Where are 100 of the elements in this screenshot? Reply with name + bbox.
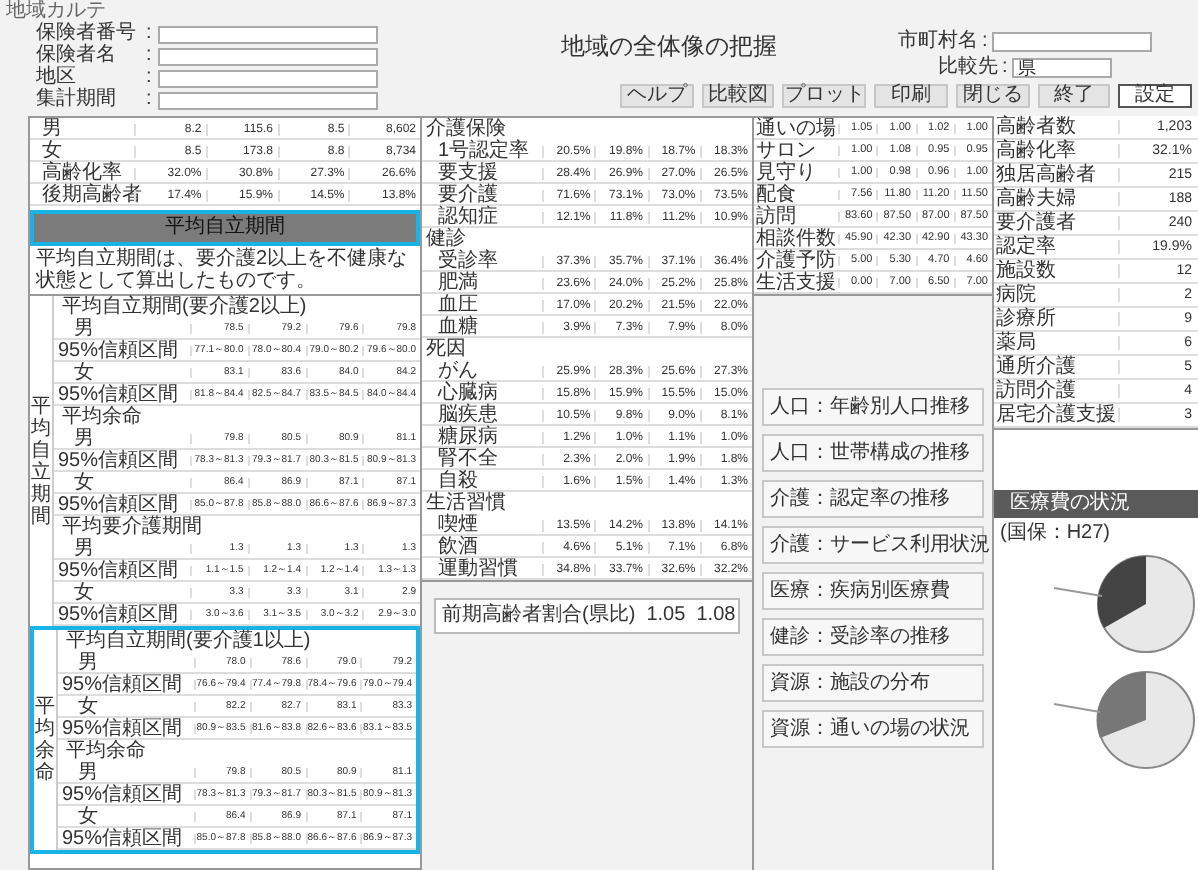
row-label: 自殺 bbox=[438, 470, 480, 492]
row-label: 95%信頼区間 bbox=[60, 828, 185, 850]
group-label: 生活習慣 bbox=[424, 492, 508, 514]
row-label: 女 bbox=[76, 696, 100, 718]
row-label: 糖尿病 bbox=[436, 426, 500, 448]
row-label: 95%信頼区間 bbox=[56, 340, 181, 362]
row-label: サロン bbox=[754, 140, 818, 162]
topic-button[interactable]: 健診：受診率の推移 bbox=[762, 618, 984, 656]
row-label: 95%信頼区間 bbox=[60, 718, 185, 740]
row-label: 肥満 bbox=[436, 272, 480, 294]
row-label: 配食 bbox=[754, 184, 798, 206]
row-label: 女 bbox=[72, 472, 96, 494]
field-label: 保険者名 bbox=[36, 46, 118, 66]
colon-text: : bbox=[146, 46, 152, 66]
dropdown-field[interactable] bbox=[157, 91, 378, 109]
row-label: 95%信頼区間 bbox=[56, 494, 179, 516]
row-label: 血糖 bbox=[436, 316, 480, 338]
row-label: 要介護者 bbox=[994, 213, 1078, 233]
topic-button[interactable]: 人口：世帯構成の推移 bbox=[762, 434, 984, 472]
topic-button[interactable]: 医療：疾病別医療費 bbox=[762, 572, 984, 610]
row-label: 脳疾患 bbox=[436, 404, 500, 426]
colon-text: : bbox=[146, 24, 152, 44]
group-title: 平均余命 bbox=[64, 740, 148, 762]
group-title: 平均余命 bbox=[60, 406, 144, 428]
row-label: 男 bbox=[76, 652, 100, 674]
row-label: 認定率 bbox=[994, 237, 1058, 257]
row-label: 高齢化率 bbox=[994, 141, 1078, 161]
toolbar-button[interactable]: 印刷 bbox=[874, 84, 949, 108]
row-label: 男 bbox=[40, 118, 64, 140]
row-label: 受診率 bbox=[436, 250, 500, 272]
topic-button[interactable]: 資源：施設の分布 bbox=[762, 664, 984, 702]
row-label: 95%信頼区間 bbox=[56, 560, 181, 582]
row-label: 訪問介護 bbox=[994, 381, 1078, 401]
page-title: 地域の全体像の把握 bbox=[561, 34, 777, 64]
row-label: 独居高齢者 bbox=[994, 165, 1098, 185]
note-text: 平均自立期間は、要介護2以上を不健康な状態として算出したものです。 bbox=[34, 246, 410, 294]
row-label: 血圧 bbox=[436, 294, 480, 316]
topic-button[interactable]: 介護：認定率の推移 bbox=[762, 480, 984, 518]
field-label: 集計期間 bbox=[36, 90, 118, 110]
row-label: 95%信頼区間 bbox=[56, 450, 181, 472]
colon-text: : bbox=[982, 31, 988, 51]
group-label: 介護保険 bbox=[424, 118, 506, 140]
row-label: 男 bbox=[72, 318, 96, 340]
chart-header: 医療費の状況 bbox=[994, 490, 1198, 518]
row-label: 女 bbox=[76, 806, 100, 828]
row-label: 男 bbox=[76, 762, 100, 784]
row-label: 高齢化率 bbox=[40, 162, 122, 184]
section-bar: 平均自立期間 bbox=[34, 214, 416, 242]
row-label: 男 bbox=[72, 538, 96, 560]
field-label: 比較先 bbox=[938, 57, 998, 77]
row-label: 居宅介護支援 bbox=[994, 405, 1118, 425]
row-label: 男 bbox=[72, 428, 96, 450]
toolbar-button[interactable]: ヘルプ bbox=[620, 84, 694, 108]
side-label: 平均自立期間 bbox=[31, 395, 51, 527]
row-label: 訪問 bbox=[754, 206, 796, 228]
topic-button[interactable]: 介護：サービス利用状況 bbox=[762, 526, 984, 564]
field-label: 地区 bbox=[36, 68, 76, 88]
row-label: 通いの場 bbox=[754, 118, 838, 140]
group-title: 平均自立期間(要介護2以上) bbox=[60, 296, 309, 318]
row-label: 要介護 bbox=[436, 184, 500, 206]
row-label: 高齢夫婦 bbox=[994, 189, 1078, 209]
pie-chart bbox=[1096, 671, 1195, 769]
row-label: 介護予防 bbox=[754, 250, 838, 272]
side-label: 平均余命 bbox=[35, 696, 55, 784]
toolbar-button[interactable]: 比較図 bbox=[701, 84, 775, 108]
row-label: 腎不全 bbox=[436, 448, 500, 470]
row-label: 薬局 bbox=[994, 333, 1038, 353]
pie-chart bbox=[1097, 555, 1195, 653]
toolbar-button[interactable]: 設定 bbox=[1118, 84, 1193, 108]
row-label: 見守り bbox=[754, 162, 818, 184]
topic-button[interactable]: 人口：年齢別人口推移 bbox=[762, 388, 984, 426]
dropdown-field[interactable] bbox=[157, 25, 378, 43]
row-label: 女 bbox=[72, 582, 96, 604]
colon-text: : bbox=[146, 68, 152, 88]
colon-text: : bbox=[1002, 57, 1008, 77]
row-label: 運動習慣 bbox=[436, 558, 520, 580]
dropdown-field[interactable] bbox=[991, 31, 1152, 51]
toolbar-button[interactable]: 終了 bbox=[1037, 84, 1111, 108]
group-label: 死因 bbox=[424, 338, 468, 360]
chart-caption: (国保：H27) bbox=[998, 524, 1113, 544]
dropdown-field[interactable] bbox=[157, 69, 378, 87]
toolbar-button[interactable]: プロット bbox=[782, 84, 867, 108]
toolbar-button[interactable]: 閉じる bbox=[956, 84, 1030, 108]
row-label: 高齢者数 bbox=[994, 117, 1078, 137]
dropdown-field[interactable]: 県 bbox=[1011, 57, 1112, 77]
group-title: 平均自立期間(要介護1以上) bbox=[64, 630, 313, 652]
row-label: 生活支援 bbox=[754, 272, 838, 294]
colon-text: : bbox=[146, 90, 152, 110]
row-label: 診療所 bbox=[994, 309, 1058, 329]
dropdown-field[interactable] bbox=[157, 47, 378, 65]
row-label: 飲酒 bbox=[436, 536, 480, 558]
row-label: 相談件数 bbox=[754, 228, 838, 250]
row-label: 1号認定率 bbox=[436, 140, 532, 162]
topic-button[interactable]: 資源：通いの場の状況 bbox=[762, 710, 984, 748]
row-label: 95%信頼区間 bbox=[60, 784, 185, 806]
leader-line bbox=[1053, 703, 1101, 713]
row-label: 施設数 bbox=[994, 261, 1058, 281]
row-label: 喫煙 bbox=[436, 514, 480, 536]
row-label: 病院 bbox=[994, 285, 1038, 305]
field-label: 保険者番号 bbox=[36, 24, 138, 44]
